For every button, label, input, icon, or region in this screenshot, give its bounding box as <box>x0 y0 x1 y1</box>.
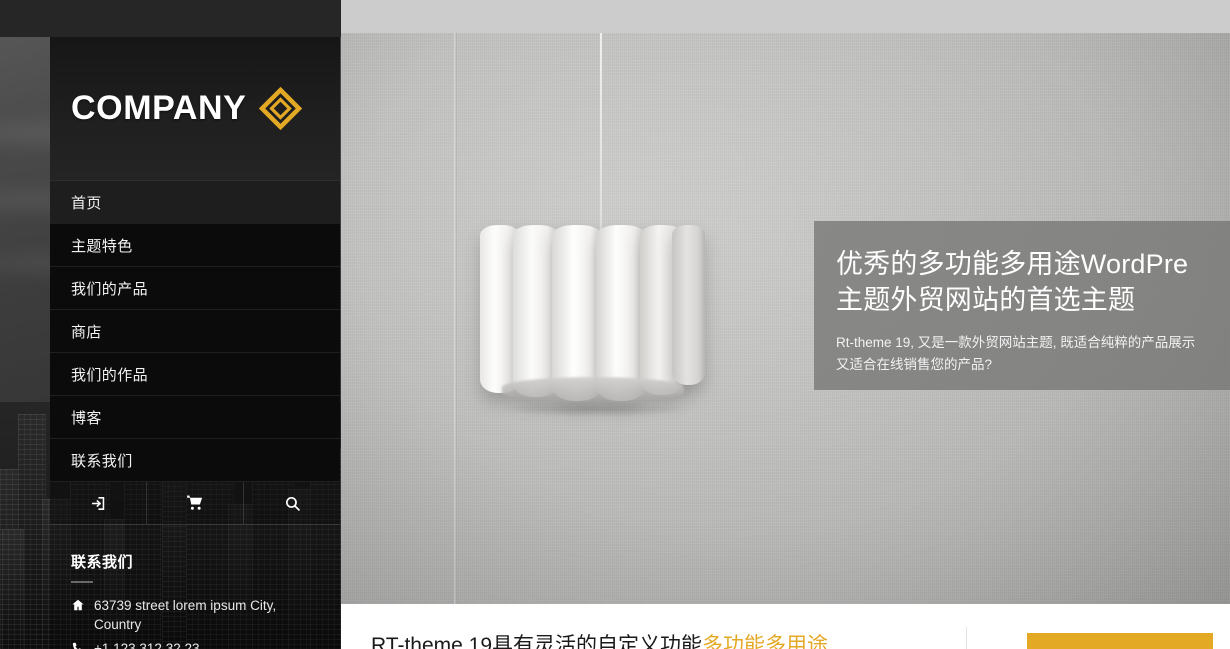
top-strip-light <box>341 0 1230 33</box>
hero-body-line2: 又适合在线销售您的产品? <box>836 356 993 372</box>
sidebar-nav: 首页 主题特色 我们的产品 商店 我们的作品 博客 联系我们 <box>50 181 340 482</box>
logo-area[interactable]: COMPANY <box>50 37 340 181</box>
cta-button[interactable] <box>1027 633 1213 649</box>
bottom-heading: RT-theme 19具有灵活的自定义功能多功能多用途 <box>371 629 828 649</box>
contact-address: 63739 street lorem ipsum City, Country <box>94 598 277 633</box>
sidebar-contact-block: 联系我们 63739 street lorem ipsum City, Coun… <box>50 525 340 649</box>
sidebar-item-contact[interactable]: 联系我们 <box>50 439 340 482</box>
contact-title: 联系我们 <box>71 554 134 571</box>
sidebar: COMPANY 首页 主题特色 我们的产品 商店 我们的作品 博客 联系我们 联… <box>50 37 340 649</box>
lamp-shadow <box>498 401 690 417</box>
sidebar-item-features[interactable]: 主题特色 <box>50 224 340 267</box>
lamp-cord <box>600 33 602 236</box>
pendant-lamp <box>480 225 705 420</box>
hero-caption-box: 优秀的多功能多用途WordPre 主题外贸网站的首选主题 Rt-theme 19… <box>814 221 1230 390</box>
sidebar-item-shop[interactable]: 商店 <box>50 310 340 353</box>
search-icon[interactable] <box>244 482 340 524</box>
sidebar-item-portfolio[interactable]: 我们的作品 <box>50 353 340 396</box>
page-root: 优秀的多功能多用途WordPre 主题外贸网站的首选主题 Rt-theme 19… <box>0 0 1230 649</box>
lamp-base <box>502 377 684 403</box>
contact-phone-line: +1 123 312 32 23 <box>71 639 319 649</box>
home-icon <box>71 598 85 612</box>
login-icon[interactable] <box>50 482 147 524</box>
building <box>2 529 24 649</box>
cart-icon[interactable] <box>147 482 244 524</box>
sidebar-item-home[interactable]: 首页 <box>50 181 340 224</box>
hero-title: 优秀的多功能多用途WordPre 主题外贸网站的首选主题 <box>836 247 1230 319</box>
diamond-outline-icon <box>258 86 303 131</box>
contact-address-line: 63739 street lorem ipsum City, Country <box>71 596 319 634</box>
sidebar-item-blog[interactable]: 博客 <box>50 396 340 439</box>
hero-body: Rt-theme 19, 又是一款外贸网站主题, 既适合纯粹的产品展示 又适合在… <box>836 332 1230 376</box>
vertical-divider <box>966 627 967 649</box>
bottom-content-section: RT-theme 19具有灵活的自定义功能多功能多用途 <box>341 604 1230 649</box>
sidebar-icon-bar <box>50 482 340 525</box>
brand-name: COMPANY <box>71 89 247 127</box>
hero-body-line1: Rt-theme 19, 又是一款外贸网站主题, 既适合纯粹的产品展示 <box>836 334 1196 350</box>
hero-title-line2: 主题外贸网站的首选主题 <box>836 284 1136 315</box>
phone-icon <box>71 641 85 649</box>
bottom-heading-plain: RT-theme 19具有灵活的自定义功能 <box>371 634 703 649</box>
contact-phone: +1 123 312 32 23 <box>94 641 200 649</box>
contact-rule <box>71 581 93 583</box>
sidebar-item-products[interactable]: 我们的产品 <box>50 267 340 310</box>
bottom-heading-accent: 多功能多用途 <box>702 634 829 649</box>
hero-title-line1: 优秀的多功能多用途WordPre <box>836 249 1189 279</box>
top-strip-dark <box>0 0 341 37</box>
